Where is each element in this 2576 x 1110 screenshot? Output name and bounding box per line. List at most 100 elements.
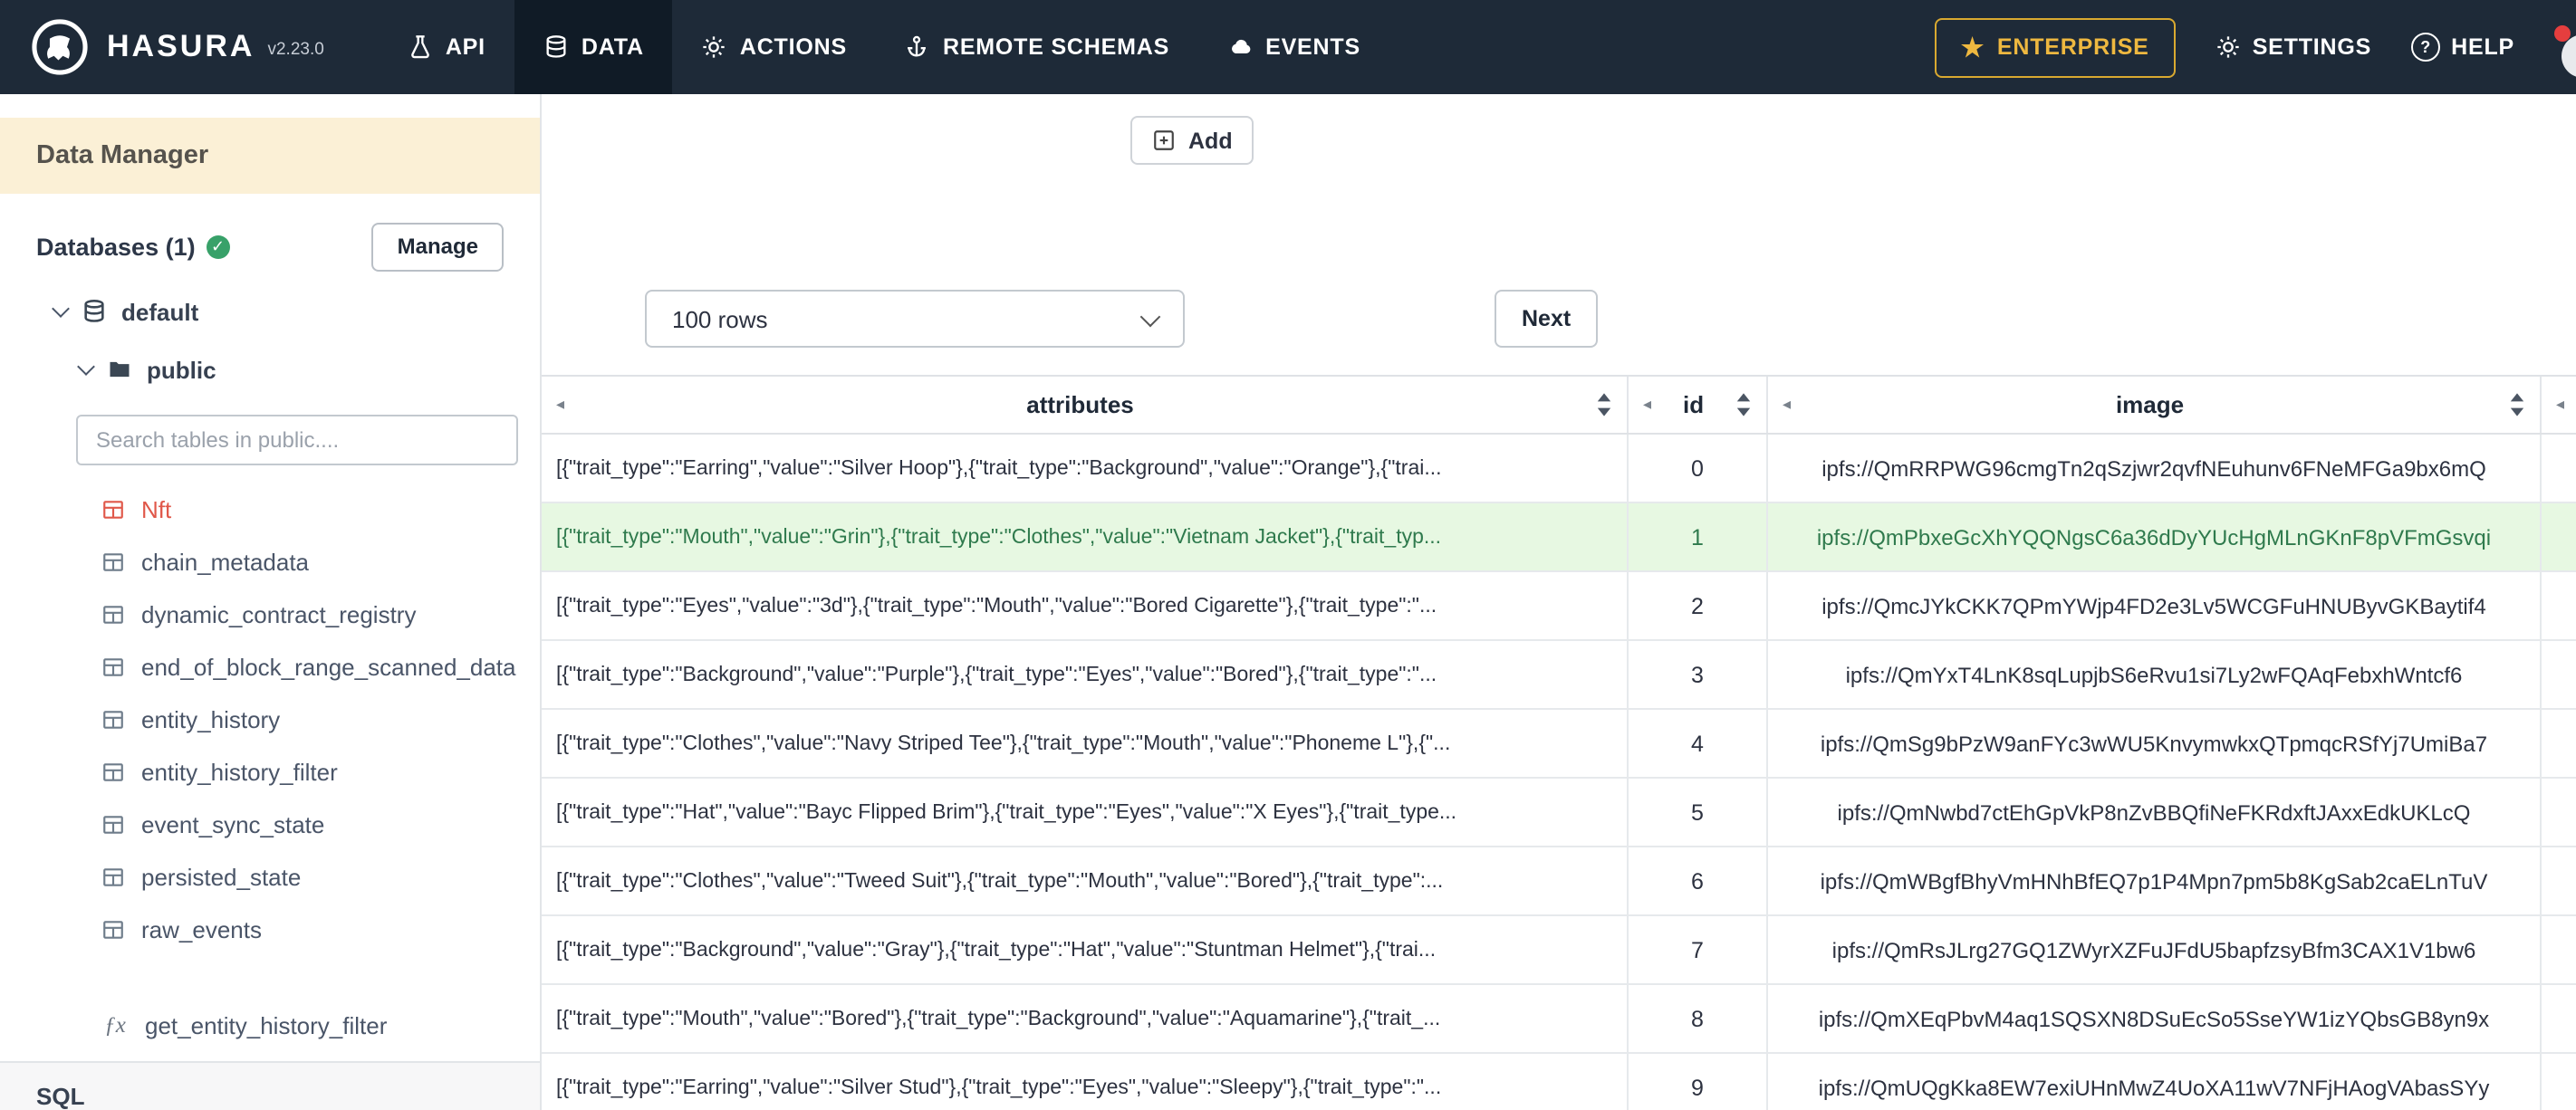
sort-icon[interactable] xyxy=(1735,393,1752,416)
brand[interactable]: HASURA v2.23.0 xyxy=(0,0,324,94)
cell-id: 2 xyxy=(1627,572,1766,639)
table-icon xyxy=(103,606,123,624)
table-search-input[interactable] xyxy=(76,415,518,465)
add-label: Add xyxy=(1188,128,1233,153)
collapse-column-icon[interactable]: ◂ xyxy=(1783,396,1791,413)
column-label: attributes xyxy=(1026,391,1134,418)
table-name: end_of_block_range_scanned_data xyxy=(141,654,516,681)
table-name: Nft xyxy=(141,496,172,523)
hasura-logo-icon xyxy=(32,19,88,75)
sidebar-item-table[interactable]: entity_history xyxy=(0,694,540,746)
column-header-attributes[interactable]: ◂ attributes xyxy=(542,377,1627,433)
tree-item-database-default[interactable]: default xyxy=(0,288,540,335)
nav-settings[interactable]: SETTINGS xyxy=(2216,34,2371,60)
cell-image: ipfs://QmcJYkCKK7QPmYWjp4FD2e3Lv5WCGFuHN… xyxy=(1766,572,2540,639)
cell-attributes: [{"trait_type":"Earring","value":"Silver… xyxy=(556,1077,1442,1098)
column-header-clipped[interactable]: ◂ xyxy=(2540,377,2576,433)
table-row-highlighted[interactable]: [{"trait_type":"Mouth","value":"Grin"},{… xyxy=(542,503,2576,572)
cell-id: 4 xyxy=(1627,710,1766,777)
cell-image: ipfs://QmYxT4LnK8sqLupjbS6eRvu1si7Ly2wFQ… xyxy=(1766,641,2540,708)
nav-actions-label: ACTIONS xyxy=(739,34,847,60)
table-row[interactable]: [{"trait_type":"Earring","value":"Silver… xyxy=(542,435,2576,503)
sidebar-item-table[interactable]: event_sync_state xyxy=(0,799,540,851)
rows-select-value: 100 rows xyxy=(672,305,768,332)
notification-badge xyxy=(2554,25,2571,42)
cell-image: ipfs://QmNwbd7ctEhGpVkP8nZvBBQfiNeFKRdxf… xyxy=(1766,779,2540,846)
table-row[interactable]: [{"trait_type":"Mouth","value":"Bored"},… xyxy=(542,985,2576,1054)
table-row[interactable]: [{"trait_type":"Eyes","value":"3d"},{"tr… xyxy=(542,572,2576,641)
nav-actions[interactable]: ACTIONS xyxy=(673,0,876,94)
sidebar-item-table[interactable]: chain_metadata xyxy=(0,536,540,588)
cell-id: 3 xyxy=(1627,641,1766,708)
nav-api[interactable]: API xyxy=(379,0,514,94)
table-icon xyxy=(103,921,123,939)
question-mark-icon: ? xyxy=(2411,33,2441,62)
browse-rows-panel: Add 100 rows Next ◂ attributes ◂ id ◂ im… xyxy=(542,94,2576,1110)
nav-remote-schemas[interactable]: REMOTE SCHEMAS xyxy=(876,0,1198,94)
notifications-button[interactable] xyxy=(2554,20,2576,78)
cell-image: ipfs://QmWBgfBhyVmHNhBfEQ7p1P4Mpn7pm5b8K… xyxy=(1766,847,2540,914)
collapse-column-icon[interactable]: ◂ xyxy=(1643,396,1651,413)
collapse-column-icon[interactable]: ◂ xyxy=(556,396,564,413)
cell-id: 0 xyxy=(1627,435,1766,502)
next-page-button[interactable]: Next xyxy=(1495,290,1599,348)
cell-attributes: [{"trait_type":"Background","value":"Gra… xyxy=(556,939,1437,961)
data-manager-header: Data Manager xyxy=(0,118,540,194)
collapse-column-icon[interactable]: ◂ xyxy=(2556,396,2564,413)
sql-section[interactable]: SQL xyxy=(0,1061,540,1110)
column-header-id[interactable]: ◂ id xyxy=(1627,377,1766,433)
add-row-button[interactable]: Add xyxy=(1130,116,1254,165)
sidebar-item-table[interactable]: end_of_block_range_scanned_data xyxy=(0,641,540,694)
nav-remote-schemas-label: REMOTE SCHEMAS xyxy=(942,34,1170,60)
column-header-image[interactable]: ◂ image xyxy=(1766,377,2540,433)
table-row[interactable]: [{"trait_type":"Background","value":"Pur… xyxy=(542,641,2576,710)
nav-help[interactable]: ? HELP xyxy=(2411,33,2514,62)
cell-clipped xyxy=(2540,1054,2576,1110)
sort-icon[interactable] xyxy=(2509,393,2525,416)
rows-per-page-select[interactable]: 100 rows xyxy=(645,290,1185,348)
enterprise-button[interactable]: ★ ENTERPRISE xyxy=(1934,17,2177,77)
cell-id: 8 xyxy=(1627,985,1766,1052)
cell-image: ipfs://QmPbxeGcXhYQQNgsC6a36dDyYUcHgMLnG… xyxy=(1766,503,2540,570)
sql-label: SQL xyxy=(36,1083,85,1110)
grid-header: ◂ attributes ◂ id ◂ image ◂ xyxy=(542,375,2576,435)
table-row[interactable]: [{"trait_type":"Earring","value":"Silver… xyxy=(542,1054,2576,1110)
table-row[interactable]: [{"trait_type":"Background","value":"Gra… xyxy=(542,916,2576,985)
databases-label: Databases (1) xyxy=(36,233,196,260)
table-icon xyxy=(103,711,123,729)
nav-data[interactable]: DATA xyxy=(514,0,673,94)
manage-button[interactable]: Manage xyxy=(371,222,504,271)
sidebar-item-table[interactable]: persisted_state xyxy=(0,851,540,904)
cell-clipped xyxy=(2540,916,2576,983)
settings-label: SETTINGS xyxy=(2252,34,2372,60)
help-label: HELP xyxy=(2451,34,2514,60)
cell-clipped xyxy=(2540,779,2576,846)
sidebar-item-table[interactable]: dynamic_contract_registry xyxy=(0,588,540,641)
cell-clipped xyxy=(2540,847,2576,914)
cell-attributes: [{"trait_type":"Earring","value":"Silver… xyxy=(556,457,1442,479)
table-icon xyxy=(103,658,123,676)
sort-icon[interactable] xyxy=(1596,393,1612,416)
cell-clipped xyxy=(2540,641,2576,708)
version-label: v2.23.0 xyxy=(267,40,324,60)
nav-events[interactable]: EVENTS xyxy=(1198,0,1389,94)
sidebar-item-table[interactable]: raw_events xyxy=(0,904,540,956)
chevron-down-icon[interactable] xyxy=(52,300,70,318)
table-row[interactable]: [{"trait_type":"Clothes","value":"Navy S… xyxy=(542,710,2576,779)
column-label: id xyxy=(1682,391,1705,418)
plus-square-icon xyxy=(1154,130,1174,150)
database-name: default xyxy=(121,298,199,325)
table-name: entity_history_filter xyxy=(141,759,338,786)
table-row[interactable]: [{"trait_type":"Hat","value":"Bayc Flipp… xyxy=(542,779,2576,847)
gear-icon xyxy=(704,36,726,58)
sidebar-item-table[interactable]: entity_history_filter xyxy=(0,746,540,799)
star-icon: ★ xyxy=(1961,33,1985,62)
tree-item-schema-public[interactable]: public xyxy=(0,346,540,393)
sidebar-item-function[interactable]: ƒx get_entity_history_filter xyxy=(0,1000,540,1052)
table-row[interactable]: [{"trait_type":"Clothes","value":"Tweed … xyxy=(542,847,2576,916)
chevron-down-icon[interactable] xyxy=(77,358,95,376)
nav-api-label: API xyxy=(445,34,485,60)
sidebar-item-table-nft[interactable]: Nft xyxy=(0,483,540,536)
cell-attributes: [{"trait_type":"Mouth","value":"Bored"},… xyxy=(556,1008,1441,1029)
enterprise-label: ENTERPRISE xyxy=(1996,34,2149,60)
